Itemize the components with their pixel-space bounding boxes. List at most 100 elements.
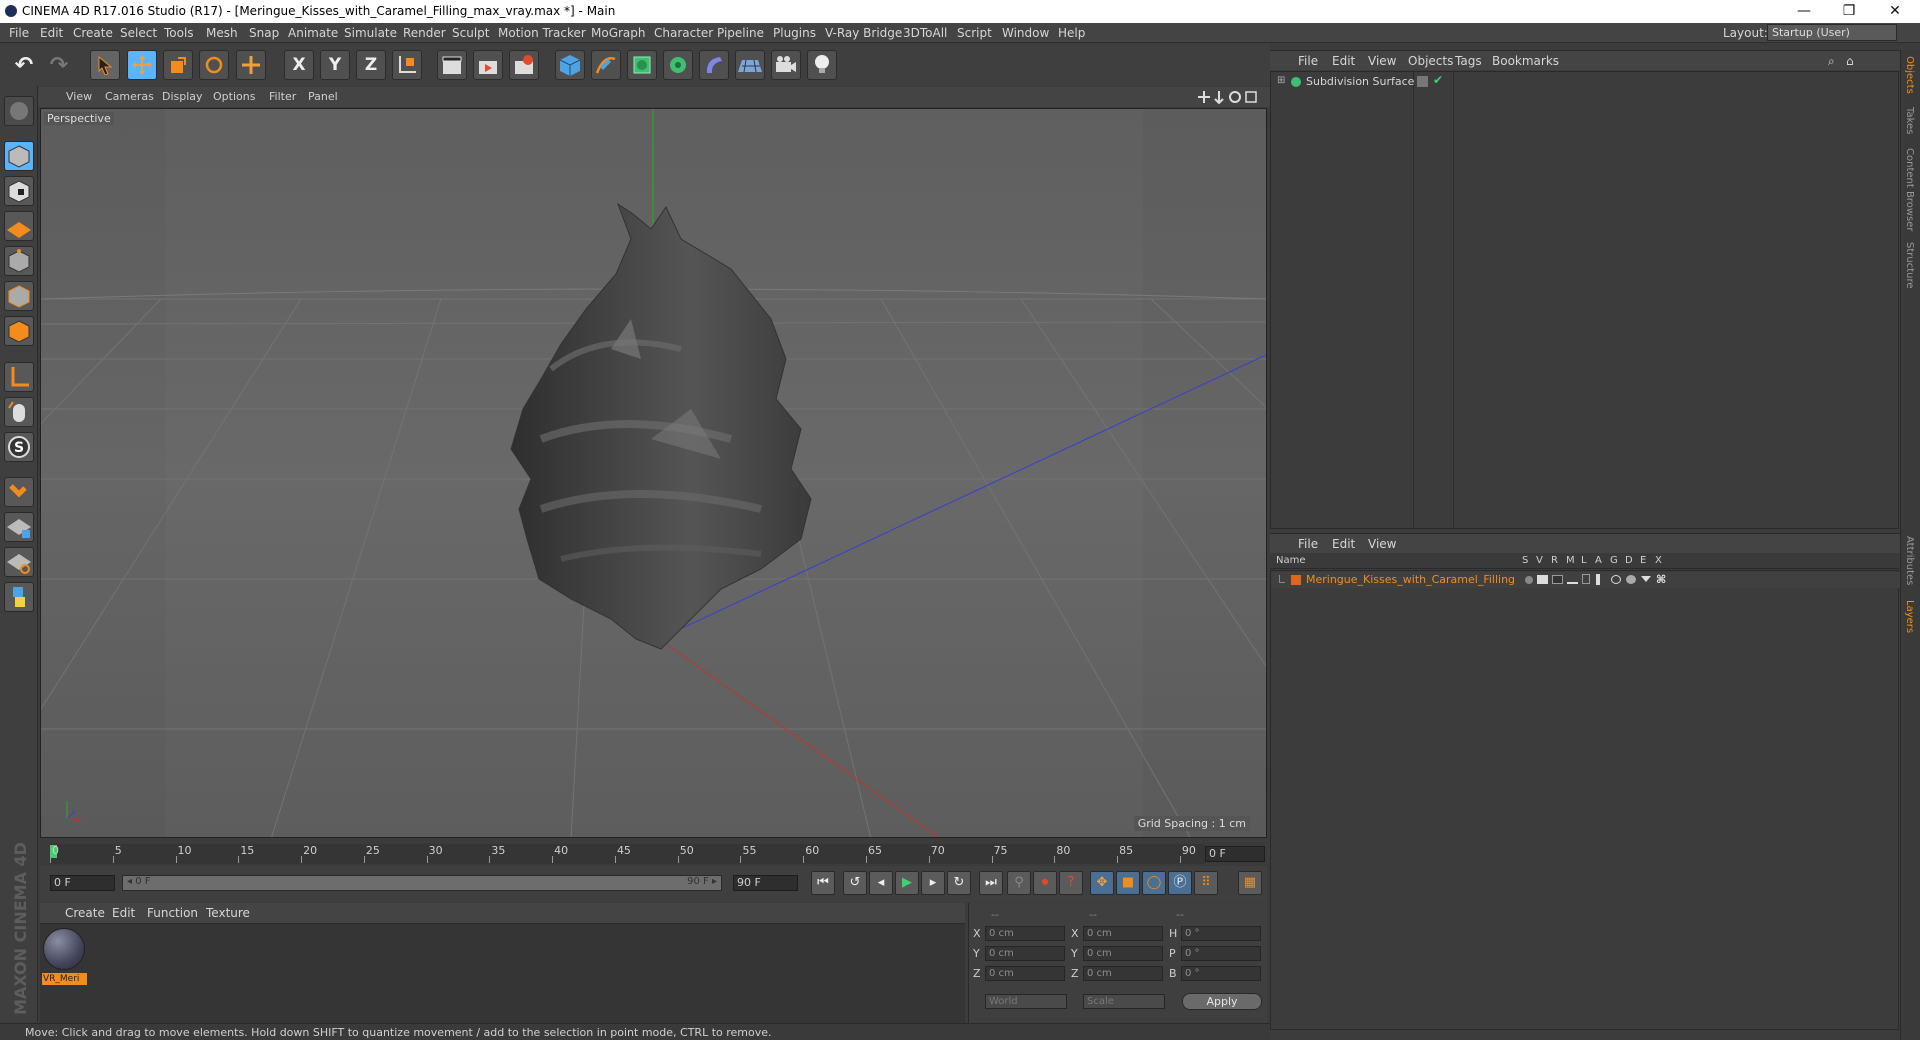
frame-range-slider[interactable]: ◂ 0 F 90 F ▸	[122, 875, 722, 891]
om-menu-objects[interactable]: Objects	[1408, 54, 1453, 68]
x-axis-lock-button[interactable]: X	[284, 50, 314, 80]
light-button[interactable]	[807, 50, 837, 80]
goto-start-button[interactable]: ⏮	[811, 871, 835, 895]
coord-size-y-field[interactable]: 0 cm	[1083, 946, 1163, 961]
cube-object-button[interactable]	[555, 50, 585, 80]
edges-mode-button[interactable]	[4, 281, 34, 311]
animation-toggle-icon[interactable]	[1596, 574, 1600, 585]
expand-icon[interactable]: ⊞	[1277, 75, 1285, 86]
tab-content-browser[interactable]: Content Browser	[1904, 148, 1915, 231]
menu-animate[interactable]: Animate	[288, 26, 338, 40]
subdivision-surface-button[interactable]	[627, 50, 657, 80]
coord-pos-y-field[interactable]: 0 cm	[985, 946, 1065, 961]
tab-structure[interactable]: Structure	[1904, 242, 1915, 289]
end-frame-field[interactable]: 90 F	[733, 875, 798, 891]
material-name-label[interactable]: VR_Meri	[42, 973, 87, 985]
deformer-toggle-icon[interactable]	[1626, 575, 1636, 584]
camera-button[interactable]	[771, 50, 801, 80]
coord-pos-x-field[interactable]: 0 cm	[985, 926, 1065, 941]
points-mode-button[interactable]	[4, 246, 34, 276]
viewport-menu-view[interactable]: View	[66, 90, 92, 103]
timeline-ruler[interactable]: 0 5 10 15 20 25 30 35 40 45 50 55 60 65 70 75 80 85 90 0 F	[40, 842, 1267, 866]
menu-character[interactable]: Character	[654, 26, 713, 40]
cloner-button[interactable]	[663, 50, 693, 80]
render-toggle-icon[interactable]	[1552, 575, 1563, 584]
solo-toggle-icon[interactable]	[1525, 576, 1533, 584]
material-menu-function[interactable]: Function	[147, 906, 198, 920]
lm-menu-edit[interactable]: Edit	[1332, 537, 1355, 551]
key-parameter-button[interactable]: Ⓟ	[1168, 871, 1192, 895]
manager-toggle-icon[interactable]	[1567, 575, 1578, 584]
menu-file[interactable]: File	[9, 26, 29, 40]
play-button[interactable]: ▶	[895, 871, 919, 895]
layer-row[interactable]: Meringue_Kisses_with_Caramel_Filling ⌘	[1271, 572, 1900, 588]
layer-name[interactable]: Meringue_Kisses_with_Caramel_Filling	[1306, 573, 1515, 586]
tweak-mode-button[interactable]	[4, 397, 34, 427]
scale-tool-button[interactable]	[163, 50, 193, 80]
om-menu-view[interactable]: View	[1368, 54, 1396, 68]
floor-button[interactable]	[735, 50, 765, 80]
menu-snap[interactable]: Snap	[249, 26, 279, 40]
om-search-icon[interactable]: ⌕	[1828, 54, 1835, 69]
menu-3dtoall[interactable]: 3DToAll	[903, 26, 947, 40]
record-keys-button[interactable]: ⚲	[1007, 871, 1031, 895]
tab-layers[interactable]: Layers	[1904, 600, 1915, 633]
menu-mesh[interactable]: Mesh	[206, 26, 238, 40]
rotate-tool-button[interactable]	[199, 50, 229, 80]
lm-menu-file[interactable]: File	[1298, 537, 1318, 551]
live-selection-button[interactable]	[236, 50, 266, 80]
next-frame-button[interactable]: ▸	[921, 871, 945, 895]
restore-button[interactable]: ❐	[1826, 0, 1872, 23]
move-tool-button[interactable]	[127, 50, 157, 80]
menu-motion-tracker[interactable]: Motion Tracker	[498, 26, 586, 40]
select-tool-button[interactable]	[90, 50, 120, 80]
world-dropdown[interactable]: World	[985, 994, 1067, 1009]
undo-button[interactable]: ↶	[9, 50, 39, 80]
menu-select[interactable]: Select	[120, 26, 157, 40]
close-button[interactable]: ✕	[1872, 0, 1918, 23]
tab-objects[interactable]: Objects	[1904, 56, 1915, 94]
menu-create[interactable]: Create	[73, 26, 113, 40]
tab-takes[interactable]: Takes	[1904, 107, 1915, 134]
perspective-viewport[interactable]: Perspective Grid Spacing : 1 cm	[40, 108, 1267, 838]
key-rotation-button[interactable]: ◯	[1142, 871, 1166, 895]
om-menu-edit[interactable]: Edit	[1332, 54, 1355, 68]
viewport-menu-options[interactable]: Options	[213, 90, 255, 103]
menu-render[interactable]: Render	[403, 26, 446, 40]
keyframe-selection-button[interactable]: ?	[1059, 871, 1083, 895]
python-button[interactable]	[4, 582, 34, 612]
make-editable-button[interactable]	[4, 96, 34, 126]
om-menu-file[interactable]: File	[1298, 54, 1318, 68]
minimize-button[interactable]: —	[1781, 0, 1827, 23]
layer-color-swatch[interactable]	[1291, 575, 1301, 585]
current-frame-field[interactable]: 0 F	[1205, 846, 1265, 862]
menu-sculpt[interactable]: Sculpt	[452, 26, 489, 40]
z-axis-lock-button[interactable]: Z	[356, 50, 386, 80]
lock-toggle-icon[interactable]	[1582, 574, 1590, 584]
goto-end-button[interactable]: ⏭	[979, 871, 1003, 895]
material-menu-texture[interactable]: Texture	[206, 906, 250, 920]
snapping-button[interactable]: S	[4, 432, 34, 462]
menu-plugins[interactable]: Plugins	[773, 26, 816, 40]
prev-key-button[interactable]: ↺	[843, 871, 867, 895]
expression-toggle-icon[interactable]	[1641, 576, 1651, 582]
workplane-mode-button[interactable]	[4, 211, 34, 241]
enabled-check-icon[interactable]: ✔	[1433, 73, 1443, 87]
coordinate-system-button[interactable]	[392, 50, 422, 80]
viewport-menu-display[interactable]: Display	[162, 90, 203, 103]
om-menu-tags[interactable]: Tags	[1455, 54, 1482, 68]
menu-edit[interactable]: Edit	[40, 26, 63, 40]
material-menu-create[interactable]: Create	[65, 906, 105, 920]
texture-mode-button[interactable]	[4, 176, 34, 206]
key-position-button[interactable]: ✥	[1090, 871, 1114, 895]
magnet-button[interactable]	[4, 477, 34, 507]
om-home-icon[interactable]: ⌂	[1846, 54, 1854, 68]
planar-workplane-button[interactable]	[4, 547, 34, 577]
polygons-mode-button[interactable]	[4, 316, 34, 346]
material-preview-swatch[interactable]	[43, 928, 85, 970]
coord-size-x-field[interactable]: 0 cm	[1083, 926, 1163, 941]
autokey-button[interactable]: ⏺	[1033, 871, 1057, 895]
lm-menu-view[interactable]: View	[1368, 537, 1396, 551]
key-pla-button[interactable]: ⠿	[1194, 871, 1218, 895]
deformer-button[interactable]	[699, 50, 729, 80]
